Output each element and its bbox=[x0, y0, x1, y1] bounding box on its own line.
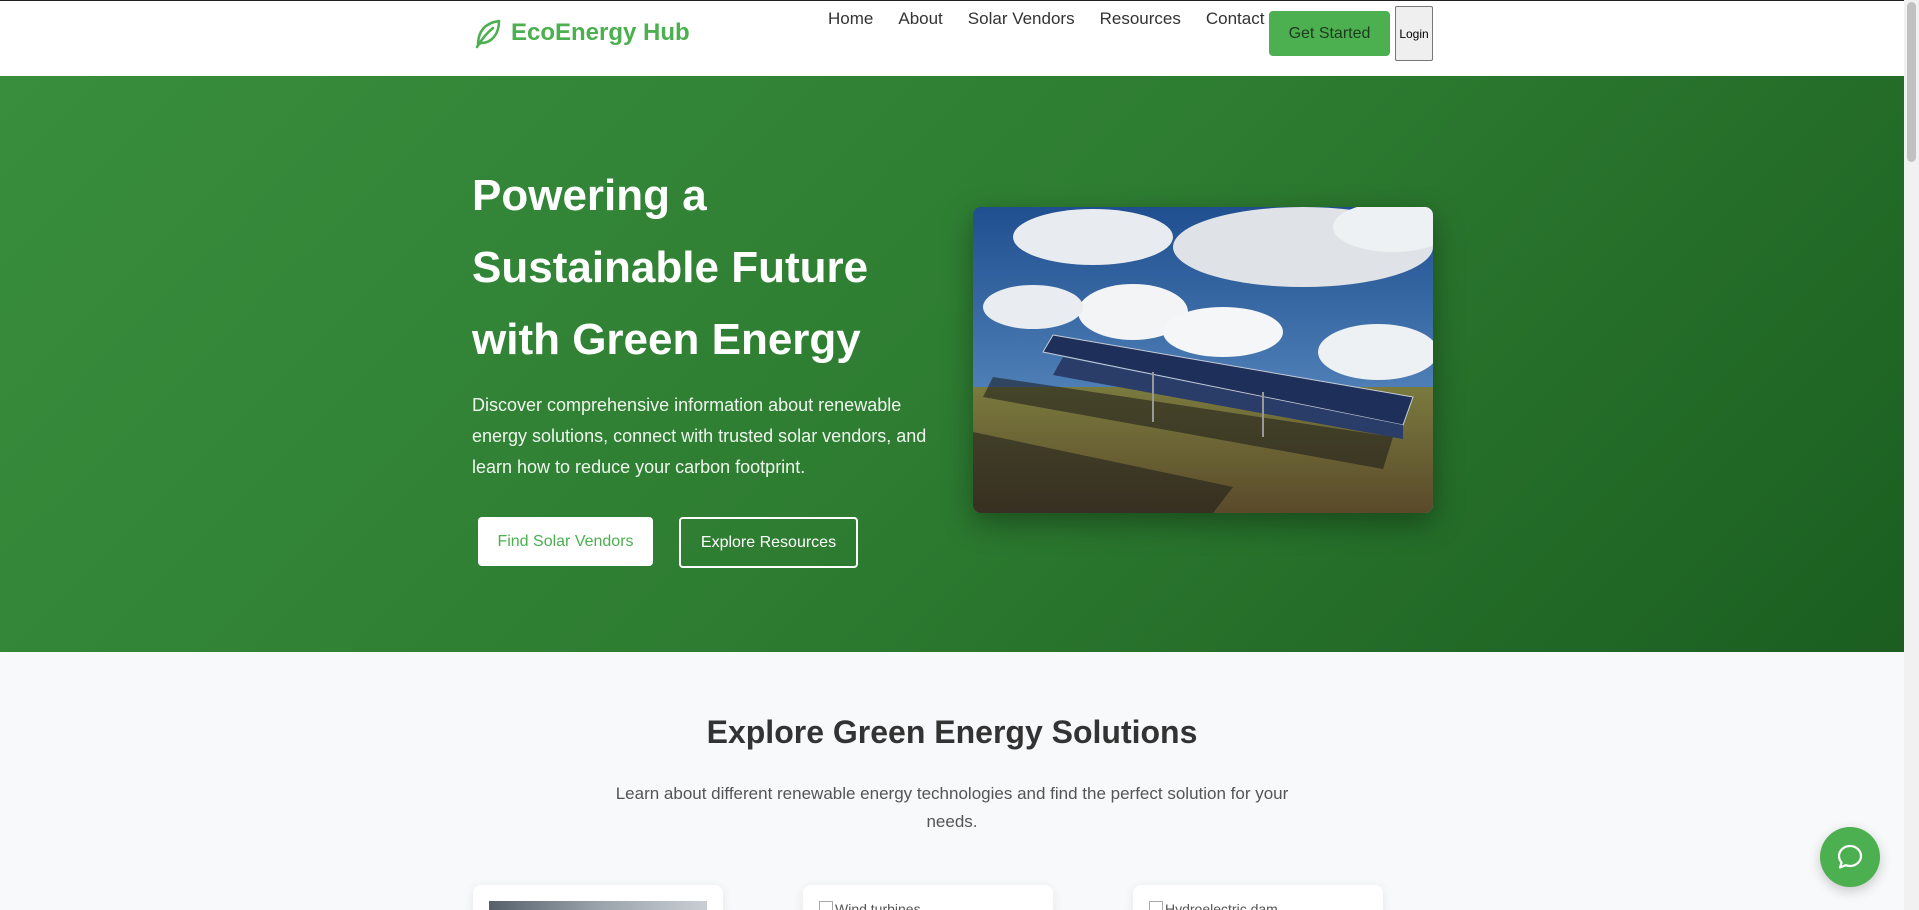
scrollbar-thumb[interactable] bbox=[1907, 2, 1916, 162]
explore-resources-button[interactable]: Explore Resources bbox=[679, 517, 858, 568]
page-scrollbar[interactable] bbox=[1904, 0, 1919, 910]
solutions-title: Explore Green Energy Solutions bbox=[706, 714, 1198, 750]
nav-about[interactable]: About bbox=[898, 9, 942, 29]
leaf-icon bbox=[475, 19, 501, 49]
nav-solar-vendors[interactable]: Solar Vendors bbox=[968, 9, 1075, 29]
hydro-image-alt: Hydroelectric dam bbox=[1165, 901, 1278, 910]
nav-contact[interactable]: Contact bbox=[1206, 9, 1265, 29]
hero-solar-image bbox=[973, 207, 1433, 513]
solution-card-wind[interactable]: Wind turbines bbox=[803, 885, 1053, 910]
login-button[interactable]: Login bbox=[1395, 6, 1433, 61]
solar-thumbnail bbox=[489, 901, 707, 910]
hydro-thumbnail: Hydroelectric dam bbox=[1149, 901, 1278, 910]
site-header: EcoEnergy Hub Home About Solar Vendors R… bbox=[0, 0, 1904, 76]
hero-section: Powering a Sustainable Future with Green… bbox=[0, 76, 1904, 652]
chat-bubble-icon bbox=[1837, 844, 1863, 869]
nav-resources[interactable]: Resources bbox=[1100, 9, 1181, 29]
wind-thumbnail: Wind turbines bbox=[819, 901, 921, 910]
logo[interactable]: EcoEnergy Hub bbox=[473, 17, 690, 49]
broken-image-icon bbox=[1149, 901, 1163, 910]
find-solar-vendors-button[interactable]: Find Solar Vendors bbox=[478, 517, 653, 566]
hero-description: Discover comprehensive information about… bbox=[472, 395, 927, 477]
nav-home[interactable]: Home bbox=[828, 9, 873, 29]
main-nav: Home About Solar Vendors Resources Conta… bbox=[828, 9, 1264, 29]
chat-button[interactable] bbox=[1820, 827, 1880, 887]
get-started-button[interactable]: Get Started bbox=[1269, 11, 1390, 56]
logo-text: EcoEnergy Hub bbox=[511, 19, 690, 46]
wind-image-alt: Wind turbines bbox=[835, 901, 921, 910]
solution-card-solar[interactable] bbox=[473, 885, 723, 910]
hero-title: Powering a Sustainable Future with Green… bbox=[472, 171, 869, 364]
solutions-description: Learn about different renewable energy t… bbox=[615, 784, 1289, 831]
broken-image-icon bbox=[819, 901, 833, 910]
solution-card-hydro[interactable]: Hydroelectric dam bbox=[1133, 885, 1383, 910]
